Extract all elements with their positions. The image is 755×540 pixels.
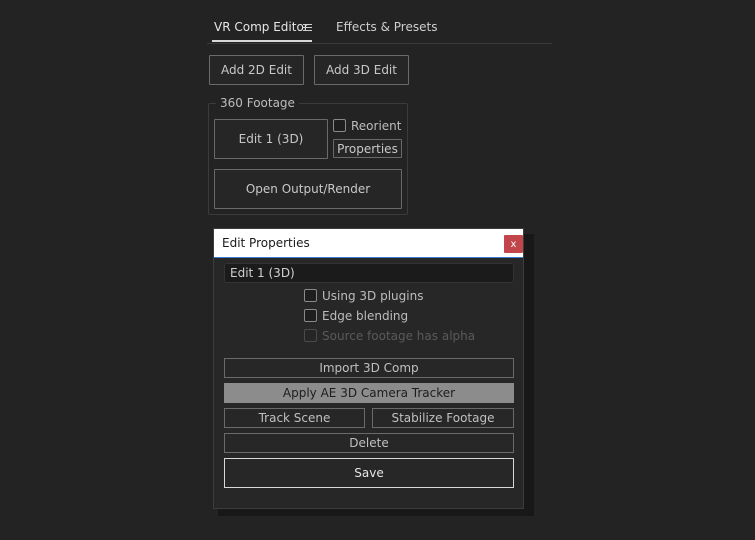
stabilize-footage-button[interactable]: Stabilize Footage (372, 408, 514, 428)
apply-camera-tracker-button[interactable]: Apply AE 3D Camera Tracker (224, 383, 514, 403)
delete-button[interactable]: Delete (224, 433, 514, 453)
edit-item-button[interactable]: Edit 1 (3D) (214, 119, 328, 159)
close-icon[interactable]: x (504, 235, 523, 253)
import-3d-comp-button[interactable]: Import 3D Comp (224, 358, 514, 378)
edit-properties-dialog: Edit Properties x Edit 1 (3D) Using 3D p… (213, 228, 524, 509)
hamburger-menu-icon[interactable] (303, 24, 312, 32)
open-output-render-button[interactable]: Open Output/Render (214, 169, 402, 209)
source-alpha-label: Source footage has alpha (322, 329, 476, 343)
add-2d-edit-button[interactable]: Add 2D Edit (209, 55, 304, 85)
edge-blending-label: Edge blending (322, 309, 409, 323)
reorient-checkbox[interactable] (333, 119, 346, 132)
panel-divider (207, 43, 552, 44)
add-3d-edit-button[interactable]: Add 3D Edit (314, 55, 409, 85)
track-scene-button[interactable]: Track Scene (224, 408, 365, 428)
properties-button[interactable]: Properties (333, 139, 402, 158)
using-3d-plugins-checkbox[interactable] (304, 289, 317, 302)
edit-name-field[interactable]: Edit 1 (3D) (224, 263, 514, 283)
dialog-title: Edit Properties (222, 236, 310, 250)
reorient-label: Reorient (351, 119, 402, 133)
using-3d-plugins-label: Using 3D plugins (322, 289, 424, 303)
footage-group-title: 360 Footage (216, 96, 299, 110)
dialog-titlebar[interactable]: Edit Properties x (214, 229, 523, 258)
save-button[interactable]: Save (224, 458, 514, 488)
tab-vr-comp-editor[interactable]: VR Comp Editor (214, 20, 309, 34)
active-tab-underline (212, 40, 312, 42)
edge-blending-checkbox[interactable] (304, 309, 317, 322)
tab-effects-presets[interactable]: Effects & Presets (336, 20, 437, 34)
source-alpha-checkbox (304, 329, 317, 342)
